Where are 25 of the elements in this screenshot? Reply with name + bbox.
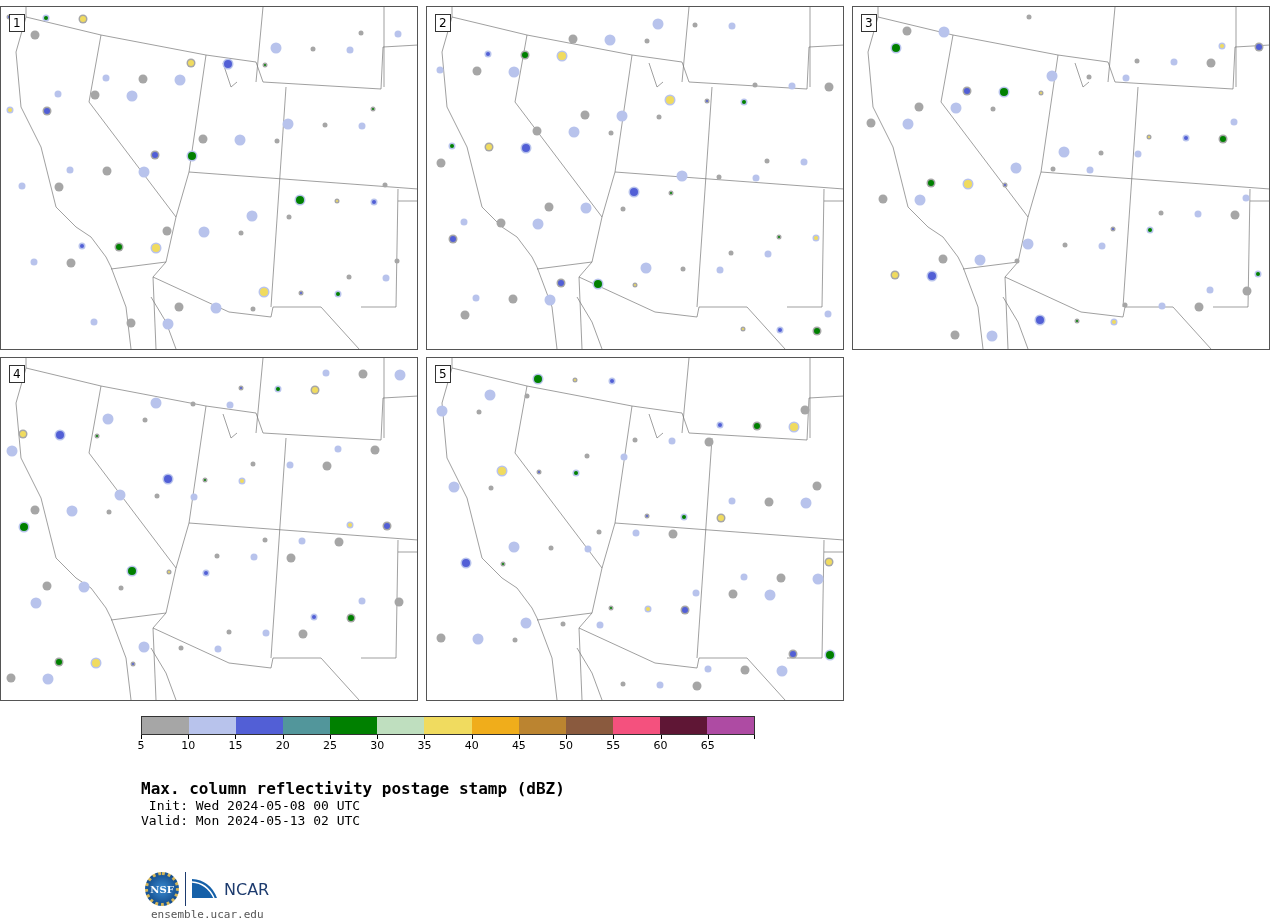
panel-number: 2	[435, 14, 451, 32]
tick-label: 25	[322, 739, 337, 752]
init-time: Init: Wed 2024-05-08 00 UTC	[147, 798, 362, 813]
arc-logo-icon	[192, 879, 218, 899]
tick-label: 20	[275, 739, 290, 752]
panel-number: 5	[435, 365, 451, 383]
tick-label: 40	[464, 739, 479, 752]
nsf-logo: NSF	[145, 872, 179, 906]
valid-time: Valid: Mon 2024-05-13 02 UTC	[141, 813, 362, 828]
website-url: ensemble.ucar.edu	[151, 908, 265, 920]
panel-number: 3	[861, 14, 877, 32]
tick-label: 65	[700, 739, 715, 752]
panel-number: 1	[9, 14, 25, 32]
tick-label: 60	[653, 739, 668, 752]
ncar-logo-text: NCAR	[224, 879, 270, 899]
chart-title: Max. column reflectivity postage stamp (dBZ)	[141, 779, 566, 798]
tick-label: 30	[370, 739, 385, 752]
tick-label: 15	[228, 739, 243, 752]
tick-label: 50	[559, 739, 574, 752]
tick-label: 5	[137, 739, 145, 752]
tick-label: 55	[606, 739, 621, 752]
panel-number: 4	[9, 365, 25, 383]
tick-label: 45	[511, 739, 526, 752]
tick-label: 35	[417, 739, 432, 752]
tick-label: 10	[181, 739, 196, 752]
